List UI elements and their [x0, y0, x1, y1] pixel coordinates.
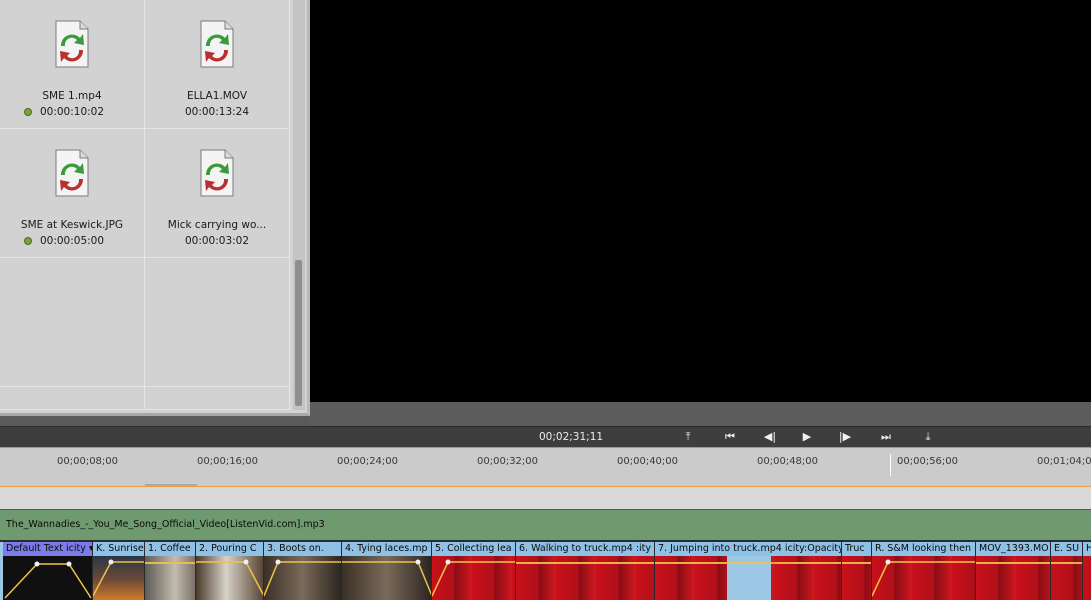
- clip-thumbnail: [145, 556, 195, 600]
- clip-label: 1. Coffee: [145, 542, 195, 556]
- clip-label: Truc: [842, 542, 871, 556]
- program-monitor[interactable]: [310, 0, 1091, 402]
- media-item-name: ELLA1.MOV: [186, 90, 248, 102]
- video-clip[interactable]: K. Sunrise: [93, 542, 145, 600]
- timeline-ruler[interactable]: 00;00;08;00 00;00;16;00 00;00;24;00 00;0…: [0, 447, 1091, 488]
- clip-label: MOV_1393.MO: [976, 542, 1050, 556]
- ruler-tick-label: 00;00;16;00: [197, 456, 259, 467]
- empty-media-slot: [145, 258, 290, 387]
- video-clip[interactable]: Truc: [842, 542, 872, 600]
- video-clip[interactable]: Default Text icity ▾: [3, 542, 93, 600]
- step-forward-icon[interactable]: |▶: [835, 429, 855, 445]
- playhead[interactable]: [890, 454, 891, 476]
- play-icon[interactable]: ▶: [797, 429, 817, 445]
- clip-thumbnail: [3, 556, 92, 600]
- ruler-tick-label: 00;01;04;00: [1037, 456, 1091, 467]
- audio-clip[interactable]: The_Wannadies_-_You_Me_Song_Official_Vid…: [0, 509, 1091, 540]
- clip-thumbnail: [432, 556, 515, 600]
- media-item[interactable]: SME at Keswick.JPG 00:00:05:00: [0, 129, 145, 258]
- video-clip[interactable]: H: [1083, 542, 1091, 600]
- clip-thumbnail: [842, 556, 871, 600]
- empty-media-slot: [0, 258, 145, 387]
- opacity-keyframe-line: [4, 561, 92, 599]
- clip-label: 2. Pouring C: [196, 542, 263, 556]
- video-clip[interactable]: 2. Pouring C: [196, 542, 264, 600]
- clip-thumbnail: [655, 556, 841, 600]
- media-item-name: SME at Keswick.JPG: [20, 219, 124, 231]
- video-track: Default Text icity ▾ K. Sunrise 1. Coffe…: [0, 542, 1091, 600]
- clip-thumbnail: [93, 556, 144, 600]
- clip-label: 4. Tying laces.mp: [342, 542, 431, 556]
- refresh-arrows-icon: [200, 20, 234, 68]
- transport-bar: 00;02;31;11 ⤒ ⏮ ◀| ▶ |▶ ⏭ ⤓: [0, 426, 1091, 447]
- video-clip[interactable]: R. S&M looking then r: [872, 542, 976, 600]
- clip-thumbnail: [516, 556, 654, 600]
- video-clip[interactable]: E. SU: [1051, 542, 1083, 600]
- step-back-icon[interactable]: ◀|: [760, 429, 780, 445]
- media-item-duration: 00:00:13:24: [184, 106, 250, 118]
- video-clip[interactable]: 3. Boots on.: [264, 542, 342, 600]
- monitor-resize-strip[interactable]: [310, 402, 1091, 426]
- video-clip[interactable]: 7. Jumping into truck.mp4 icity:Opacity …: [655, 542, 842, 600]
- media-item-duration: 00:00:03:02: [184, 235, 250, 247]
- refresh-arrows-icon: [55, 20, 89, 68]
- clip-thumbnail: [1051, 556, 1082, 600]
- video-clip[interactable]: 5. Collecting lea: [432, 542, 516, 600]
- go-to-start-icon[interactable]: ⏮: [720, 429, 740, 445]
- clip-label: 5. Collecting lea: [432, 542, 515, 556]
- clip-label: K. Sunrise: [93, 542, 144, 556]
- refresh-arrows-icon: [200, 149, 234, 197]
- video-clip[interactable]: 1. Coffee: [145, 542, 196, 600]
- clip-thumbnail: [264, 556, 341, 600]
- clip-thumbnail: [342, 556, 431, 600]
- media-item[interactable]: ELLA1.MOV 00:00:13:24: [145, 0, 290, 129]
- media-grid: SME 1.mp4 00:00:10:02 ELLA1.MOV 00:00:13…: [0, 0, 290, 410]
- clip-label: R. S&M looking then r: [872, 542, 975, 556]
- refresh-arrows-icon: [55, 149, 89, 197]
- ruler-tick-label: 00;00;32;00: [477, 456, 539, 467]
- ruler-tick-label: 00;00;48;00: [757, 456, 819, 467]
- clip-label: E. SU: [1051, 542, 1082, 556]
- scroll-thumb[interactable]: [295, 260, 302, 406]
- go-to-end-icon[interactable]: ⏭: [876, 429, 896, 445]
- ruler-tick-label: 00;00;24;00: [337, 456, 399, 467]
- clip-thumbnail: [196, 556, 263, 600]
- ruler-tick-label: 00;00;40;00: [617, 456, 679, 467]
- media-item-duration: 00:00:05:00: [39, 235, 105, 247]
- clip-label: 7. Jumping into truck.mp4 icity:Opacity …: [655, 542, 841, 556]
- ruler-tick-label: 00;00;56;00: [897, 456, 959, 467]
- ruler-tick-label: 00;00;08;00: [57, 456, 119, 467]
- media-item[interactable]: SME 1.mp4 00:00:10:02: [0, 0, 145, 129]
- video-clip[interactable]: 4. Tying laces.mp: [342, 542, 432, 600]
- clip-label: H: [1083, 542, 1091, 556]
- current-timecode[interactable]: 00;02;31;11: [539, 431, 603, 443]
- go-to-in-point-icon[interactable]: ⤒: [678, 429, 698, 445]
- audio-clip-label: The_Wannadies_-_You_Me_Song_Official_Vid…: [6, 519, 325, 530]
- media-item-name: Mick carrying wo...: [167, 219, 267, 231]
- media-item-name: SME 1.mp4: [42, 90, 102, 102]
- go-to-out-point-icon[interactable]: ⤓: [918, 429, 938, 445]
- media-item[interactable]: Mick carrying wo... 00:00:03:02: [145, 129, 290, 258]
- clip-label: 3. Boots on.: [264, 542, 341, 556]
- clip-label: Default Text icity ▾: [3, 542, 92, 556]
- project-scrollbar[interactable]: [293, 0, 305, 410]
- video-clip[interactable]: MOV_1393.MO: [976, 542, 1051, 600]
- empty-track: [0, 487, 1091, 509]
- clip-thumbnail: [872, 556, 975, 600]
- clip-label: 6. Walking to truck.mp4 :ity ▾: [516, 542, 654, 556]
- clip-thumbnail: [976, 556, 1050, 600]
- media-item-duration: 00:00:10:02: [39, 106, 105, 118]
- project-panel: SME 1.mp4 00:00:10:02 ELLA1.MOV 00:00:13…: [0, 0, 310, 416]
- clip-thumbnail: [1083, 556, 1091, 600]
- empty-media-slot: [0, 387, 145, 410]
- video-clip[interactable]: 6. Walking to truck.mp4 :ity ▾: [516, 542, 655, 600]
- empty-media-slot: [145, 387, 290, 410]
